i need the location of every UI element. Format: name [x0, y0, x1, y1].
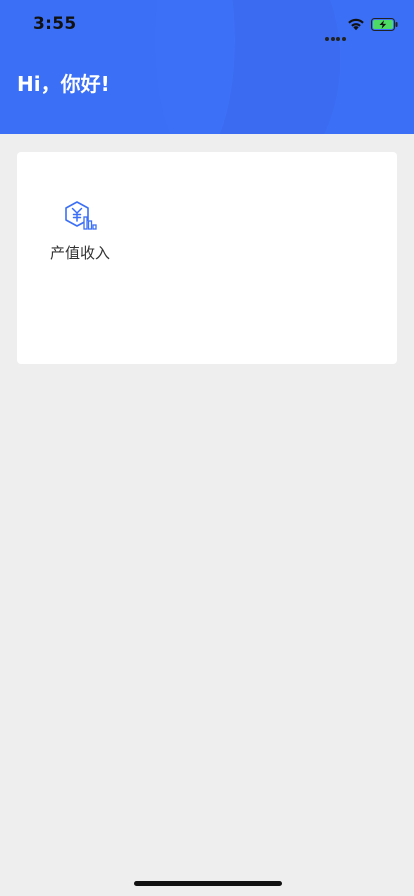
wifi-icon — [348, 18, 364, 31]
home-indicator[interactable] — [134, 881, 282, 886]
battery-charging-icon — [371, 18, 398, 31]
status-bar: 3:55 — [0, 0, 414, 46]
signal-dots-icon — [325, 26, 347, 45]
quick-access-card: 产值收入 — [17, 152, 397, 364]
status-time: 3:55 — [33, 14, 77, 34]
app-screen: Hi，你好! 3:55 产值收入 — [0, 0, 414, 896]
yuan-chart-icon — [65, 201, 97, 230]
greeting-title: Hi，你好! — [17, 72, 110, 96]
output-income-tile[interactable]: 产值收入 — [47, 200, 113, 263]
tile-label: 产值收入 — [49, 244, 110, 262]
